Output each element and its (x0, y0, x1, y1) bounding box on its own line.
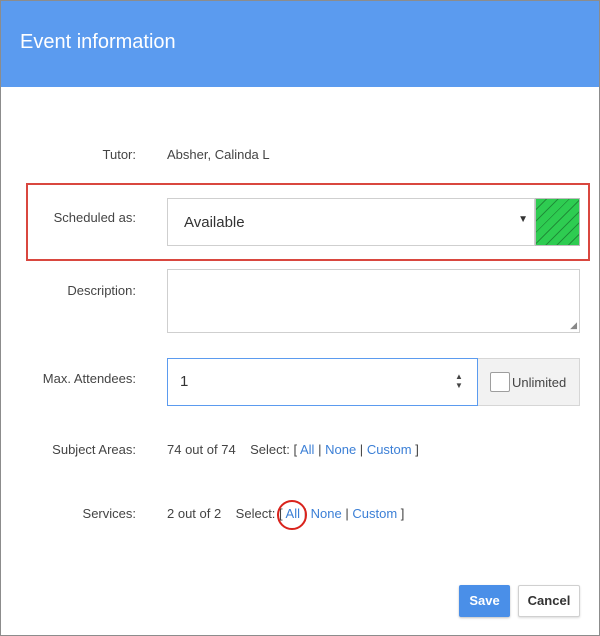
event-information-dialog: Event information Tutor: Absher, Calinda… (0, 0, 600, 636)
scheduled-label: Scheduled as: (53, 210, 136, 225)
services-close-bracket: ] (400, 506, 405, 521)
chevron-down-icon: ▼ (518, 214, 528, 225)
tutor-value: Absher, Calinda L (167, 147, 270, 162)
scheduled-select-value: Available (184, 214, 245, 231)
services-label: Services: (82, 506, 136, 521)
subject-areas-label: Subject Areas: (52, 442, 136, 457)
scheduled-select[interactable]: Available ▼ (167, 198, 535, 246)
separator: | (359, 442, 364, 457)
separator: | (345, 506, 349, 521)
save-button[interactable]: Save (459, 585, 510, 617)
unlimited-toggle: Unlimited (478, 358, 580, 406)
subject-areas-all-link[interactable]: All (300, 442, 314, 457)
dialog-title: Event information (20, 31, 176, 53)
attendees-value: 1 (180, 373, 189, 390)
subject-areas-count: 74 out of 74 (167, 442, 236, 457)
description-label: Description: (67, 283, 136, 298)
services-custom-link[interactable]: Custom (352, 506, 397, 521)
dialog-header: Event information (1, 1, 599, 87)
spinner-up-icon[interactable]: ▲ (455, 372, 463, 381)
separator: | (318, 442, 322, 457)
subject-areas-close-bracket: ] (415, 442, 419, 457)
attendees-spinner[interactable]: ▲ ▼ (455, 372, 465, 392)
subject-areas-row: 74 out of 74 Select: [ All | None | Cust… (167, 442, 419, 457)
unlimited-label: Unlimited (512, 375, 567, 390)
tutor-label: Tutor: (102, 147, 136, 162)
color-swatch[interactable] (535, 198, 580, 246)
attendees-input[interactable]: 1 ▲ ▼ (167, 358, 478, 406)
services-select-prefix: Select: [ (235, 506, 283, 521)
spinner-down-icon[interactable]: ▼ (455, 381, 463, 390)
subject-areas-none-link[interactable]: None (325, 442, 356, 457)
attendees-label: Max. Attendees: (42, 371, 136, 386)
services-none-link[interactable]: None (311, 506, 342, 521)
resize-grip-icon[interactable]: ◢ (570, 320, 577, 331)
subject-areas-custom-link[interactable]: Custom (367, 442, 412, 457)
cancel-button[interactable]: Cancel (518, 585, 580, 617)
subject-areas-select-prefix: Select: [ (250, 442, 298, 457)
highlight-circle (277, 500, 307, 530)
description-textarea[interactable]: ◢ (167, 269, 580, 333)
services-count: 2 out of 2 (167, 506, 222, 521)
unlimited-checkbox[interactable] (490, 372, 510, 392)
